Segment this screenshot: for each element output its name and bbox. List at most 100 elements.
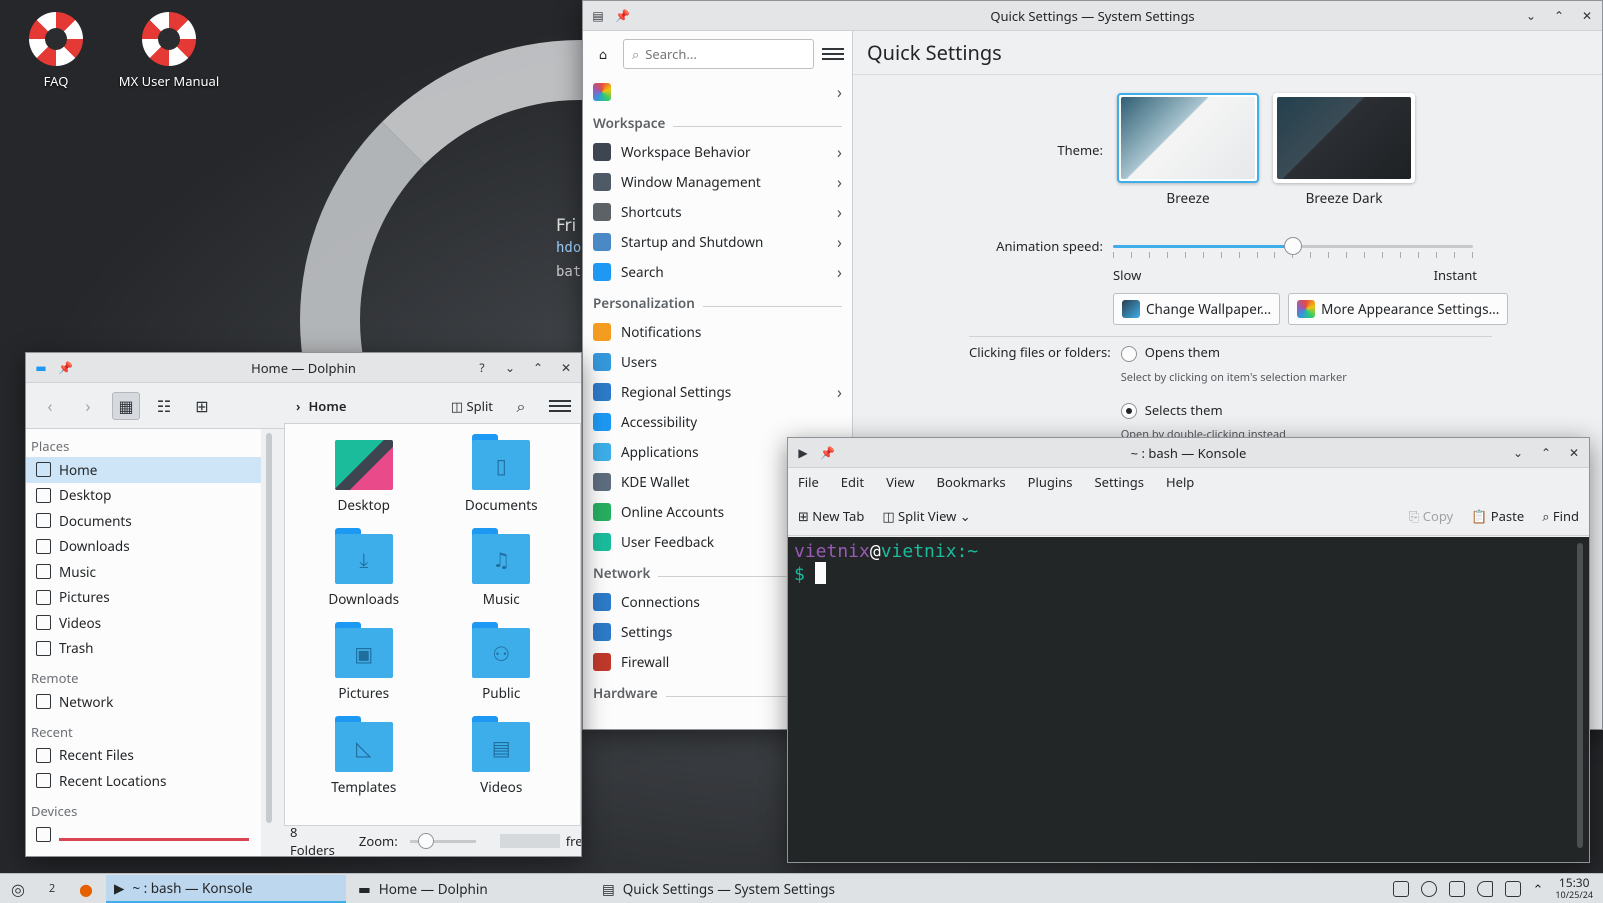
- home-icon[interactable]: ⌂: [591, 42, 615, 66]
- search-field[interactable]: ⌕: [623, 39, 814, 69]
- radio-button-selected[interactable]: [1120, 403, 1137, 420]
- breadcrumb[interactable]: › Home: [296, 397, 346, 415]
- menu-item[interactable]: Plugins: [1028, 473, 1073, 491]
- help-icon[interactable]: ?: [475, 360, 489, 375]
- titlebar[interactable]: ▶ 📌 ~ : bash — Konsole ⌄ ⌃ ✕: [788, 438, 1589, 468]
- maximize-icon[interactable]: ⌃: [1539, 445, 1553, 460]
- place-item[interactable]: Trash: [26, 636, 261, 662]
- display-icon[interactable]: [1504, 880, 1521, 897]
- folder-item[interactable]: ▯ Documents: [433, 434, 571, 528]
- selects-them-option[interactable]: Selects them: [1120, 401, 1347, 420]
- app-menu-icon[interactable]: ▤: [591, 8, 605, 23]
- terminal-tray-icon[interactable]: [1448, 880, 1465, 897]
- place-item[interactable]: Network: [26, 689, 261, 715]
- folder-item[interactable]: ▣ Pictures: [295, 622, 433, 716]
- new-tab-button[interactable]: ⊞ New Tab: [798, 507, 864, 525]
- search-input[interactable]: [645, 45, 805, 63]
- sidebar-item[interactable]: Workspace Behavior ›: [583, 137, 852, 167]
- split-button[interactable]: ◫ Split: [451, 397, 493, 415]
- compact-view-icon[interactable]: ☷: [150, 392, 178, 420]
- sidebar-item[interactable]: Notifications: [583, 317, 852, 347]
- icons-view-icon[interactable]: ▦: [112, 391, 140, 420]
- sidebar-item[interactable]: Search ›: [583, 257, 852, 287]
- details-view-icon[interactable]: ⊞: [188, 392, 216, 420]
- folder-item[interactable]: ⤓ Downloads: [295, 528, 433, 622]
- paste-button[interactable]: 📋 Paste: [1471, 507, 1524, 525]
- folder-item[interactable]: ⚇ Public: [433, 622, 571, 716]
- menu-item[interactable]: View: [886, 473, 914, 491]
- titlebar[interactable]: ▬ 📌 Home — Dolphin ? ⌄ ⌃ ✕: [26, 353, 581, 383]
- minimize-icon[interactable]: ⌄: [503, 360, 517, 375]
- app-launcher-icon[interactable]: ◎: [4, 875, 32, 903]
- updater-icon[interactable]: [1420, 880, 1437, 897]
- maximize-icon[interactable]: ⌃: [1552, 8, 1566, 23]
- folder-item[interactable]: ♫ Music: [433, 528, 571, 622]
- opens-them-option[interactable]: Opens them: [1120, 343, 1347, 362]
- task-button[interactable]: ▤ Quick Settings — System Settings: [594, 875, 843, 903]
- sidebar-item[interactable]: Window Management ›: [583, 167, 852, 197]
- menu-item[interactable]: Help: [1166, 473, 1194, 491]
- hamburger-menu-icon[interactable]: [822, 43, 844, 65]
- place-item[interactable]: Documents: [26, 508, 261, 534]
- task-button[interactable]: ▶ ~ : bash — Konsole: [106, 874, 346, 903]
- sidebar-item[interactable]: Accessibility: [583, 407, 852, 437]
- device-item[interactable]: [26, 822, 261, 848]
- desktop-icon-faq[interactable]: FAQ: [1, 12, 111, 90]
- sidebar-item[interactable]: Startup and Shutdown ›: [583, 227, 852, 257]
- folder-app-icon[interactable]: ▬: [34, 360, 48, 375]
- close-icon[interactable]: ✕: [1580, 8, 1594, 23]
- place-item[interactable]: Home: [26, 457, 261, 483]
- clock[interactable]: 15:30 10/25/24: [1555, 876, 1593, 901]
- change-wallpaper-button[interactable]: Change Wallpaper...: [1113, 293, 1281, 325]
- folder-item[interactable]: ▤ Videos: [433, 716, 571, 810]
- close-icon[interactable]: ✕: [559, 360, 573, 375]
- menu-item[interactable]: File: [798, 473, 819, 491]
- terminal-scrollbar[interactable]: [1577, 543, 1583, 848]
- place-item[interactable]: Videos: [26, 610, 261, 636]
- pin-icon[interactable]: 📌: [615, 8, 630, 23]
- pager-icon[interactable]: 2: [38, 875, 66, 903]
- sidebar-item[interactable]: Regional Settings ›: [583, 377, 852, 407]
- more-appearance-button[interactable]: More Appearance Settings...: [1288, 293, 1509, 325]
- titlebar[interactable]: ▤ 📌 Quick Settings — System Settings ⌄ ⌃…: [583, 1, 1602, 31]
- volume-icon[interactable]: [1476, 880, 1493, 897]
- theme-breeze[interactable]: Breeze: [1117, 93, 1259, 207]
- forward-icon[interactable]: ›: [74, 392, 102, 420]
- place-item[interactable]: Downloads: [26, 534, 261, 560]
- theme-breeze-dark[interactable]: Breeze Dark: [1273, 93, 1415, 207]
- animation-speed-slider[interactable]: [1113, 236, 1473, 258]
- chevron-up-icon[interactable]: ⌃: [1533, 880, 1544, 898]
- maximize-icon[interactable]: ⌃: [531, 360, 545, 375]
- slider-handle[interactable]: [1284, 237, 1302, 255]
- terminal-app-icon[interactable]: ▶: [796, 445, 810, 460]
- menu-item[interactable]: Settings: [1095, 473, 1144, 491]
- split-view-button[interactable]: ◫ Split View ⌄: [882, 507, 970, 525]
- menu-item[interactable]: Edit: [841, 473, 864, 491]
- place-item[interactable]: Recent Locations: [26, 768, 261, 794]
- firefox-icon[interactable]: ●: [72, 875, 100, 903]
- place-item[interactable]: Pictures: [26, 585, 261, 611]
- hamburger-menu-icon[interactable]: [549, 395, 571, 417]
- sidebar-item[interactable]: Users: [583, 347, 852, 377]
- close-icon[interactable]: ✕: [1567, 445, 1581, 460]
- terminal-area[interactable]: vietnix@vietnix:~ $: [788, 537, 1589, 862]
- pin-icon[interactable]: 📌: [58, 360, 73, 375]
- sidebar-item[interactable]: Shortcuts ›: [583, 197, 852, 227]
- pin-icon[interactable]: 📌: [820, 445, 835, 460]
- minimize-icon[interactable]: ⌄: [1511, 445, 1525, 460]
- radio-button[interactable]: [1120, 345, 1137, 362]
- find-button[interactable]: ⌕ Find: [1542, 507, 1579, 525]
- desktop-icon-manual[interactable]: MX User Manual: [114, 12, 224, 90]
- place-item[interactable]: Desktop: [26, 483, 261, 509]
- folder-item[interactable]: Desktop: [295, 434, 433, 528]
- place-item[interactable]: Music: [26, 559, 261, 585]
- places-scrollbar[interactable]: [266, 433, 272, 823]
- zoom-slider[interactable]: [409, 832, 476, 849]
- copy-button[interactable]: ⎘ Copy: [1409, 507, 1453, 525]
- place-item[interactable]: Recent Files: [26, 743, 261, 769]
- sidebar-item[interactable]: ›: [583, 77, 852, 107]
- notifications-icon[interactable]: [1392, 880, 1409, 897]
- search-icon[interactable]: ⌕: [507, 392, 535, 420]
- back-icon[interactable]: ‹: [36, 392, 64, 420]
- minimize-icon[interactable]: ⌄: [1524, 8, 1538, 23]
